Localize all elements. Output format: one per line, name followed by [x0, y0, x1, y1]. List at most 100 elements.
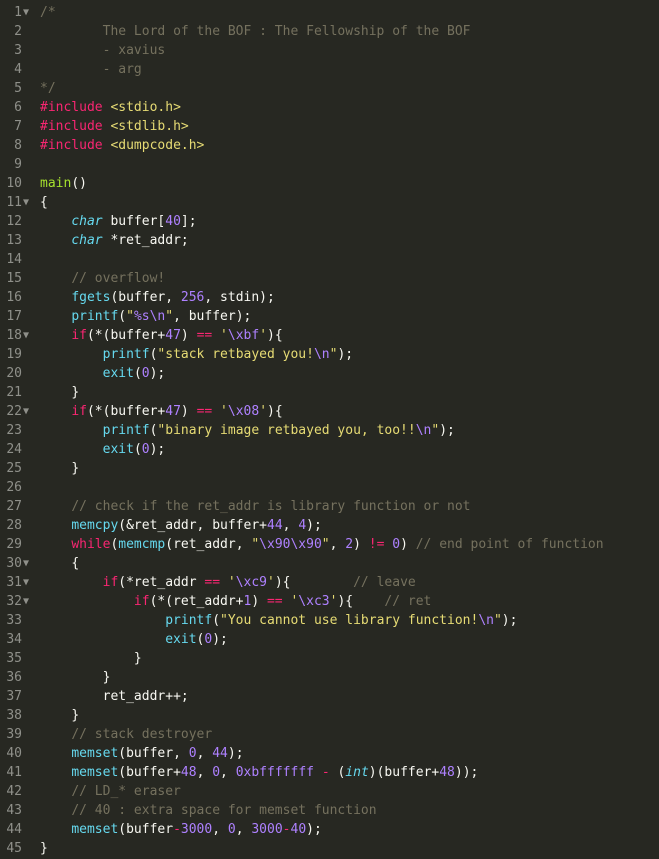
code-token: // check if the ret_addr is library func…: [71, 499, 471, 514]
fold-arrow-icon[interactable]: ▼: [23, 402, 35, 421]
code-line[interactable]: 13 char *ret_addr;: [0, 231, 659, 250]
fold-arrow-icon[interactable]: ▼: [23, 592, 35, 611]
code-line[interactable]: 22 ▼ if(*(buffer+47) == '\x08'){: [0, 402, 659, 421]
code-line[interactable]: 3 - xavius: [0, 41, 659, 60]
code-text: exit(0);: [40, 440, 166, 459]
code-line[interactable]: 1 ▼ /*: [0, 3, 659, 22]
code-token: 256: [180, 290, 205, 305]
code-line[interactable]: 25 }: [0, 459, 659, 478]
code-token: -: [321, 765, 330, 780]
code-text: char buffer[40];: [40, 212, 196, 231]
code-line[interactable]: 45}: [0, 839, 659, 858]
code-text: // 40 : extra space for memset function: [40, 801, 377, 820]
code-line[interactable]: 35 }: [0, 649, 659, 668]
code-text: printf("binary image retbayed you, too!!…: [40, 421, 455, 440]
code-line[interactable]: 40 memset(buffer, 0, 44);: [0, 744, 659, 763]
code-text: printf("You cannot use library function!…: [40, 611, 517, 630]
code-line[interactable]: 36 }: [0, 668, 659, 687]
code-line[interactable]: 17 printf("%s\n", buffer);: [0, 307, 659, 326]
fold-arrow-icon[interactable]: ▼: [23, 326, 35, 345]
code-text: fgets(buffer, 256, stdin);: [40, 288, 275, 307]
code-line[interactable]: 42 // LD_* eraser: [0, 782, 659, 801]
code-token: ": [321, 537, 330, 552]
code-token: while: [71, 537, 111, 552]
code-line[interactable]: 38 }: [0, 706, 659, 725]
code-token: ==: [204, 575, 221, 590]
line-number: 4: [14, 62, 22, 77]
code-line[interactable]: 27 // check if the ret_addr is library f…: [0, 497, 659, 516]
code-token: // 40 : extra space for memset function: [71, 803, 377, 818]
line-number: 43: [6, 803, 22, 818]
code-line[interactable]: 20 exit(0);: [0, 364, 659, 383]
code-line[interactable]: 11 ▼ {: [0, 193, 659, 212]
code-line[interactable]: 2 The Lord of the BOF : The Fellowship o…: [0, 22, 659, 41]
code-token: 40: [290, 822, 307, 837]
code-line[interactable]: 12 char buffer[40];: [0, 212, 659, 231]
code-token: ==: [196, 328, 213, 343]
code-line[interactable]: 34 exit(0);: [0, 630, 659, 649]
code-line[interactable]: 16 fgets(buffer, 256, stdin);: [0, 288, 659, 307]
code-line[interactable]: 9: [0, 155, 659, 174]
code-line[interactable]: 19 printf("stack retbayed you!\n");: [0, 345, 659, 364]
code-line[interactable]: 5 */: [0, 79, 659, 98]
code-line[interactable]: 29 while(memcmp(ret_addr, "\x90\x90", 2)…: [0, 535, 659, 554]
fold-arrow-icon[interactable]: ▼: [23, 3, 35, 22]
code-line[interactable]: 23 printf("binary image retbayed you, to…: [0, 421, 659, 440]
fold-arrow-icon[interactable]: ▼: [23, 573, 35, 592]
code-line[interactable]: 4 - arg: [0, 60, 659, 79]
fold-arrow-icon[interactable]: ▼: [23, 193, 35, 212]
code-token: memset: [71, 765, 119, 780]
code-line[interactable]: 31 ▼ if(*ret_addr == '\xc9'){ // leave: [0, 573, 659, 592]
line-number: 44: [6, 822, 22, 837]
code-token: printf: [102, 347, 150, 362]
code-line[interactable]: 6 #include <stdio.h>: [0, 98, 659, 117]
code-line[interactable]: 41 memset(buffer+48, 0, 0xbfffffff - (in…: [0, 763, 659, 782]
code-line[interactable]: 30 ▼ {: [0, 554, 659, 573]
code-line[interactable]: 15 // overflow!: [0, 269, 659, 288]
line-number: 24: [6, 442, 22, 457]
code-text: }: [40, 706, 79, 725]
code-line[interactable]: 33 printf("You cannot use library functi…: [0, 611, 659, 630]
fold-arrow-icon[interactable]: ▼: [23, 554, 35, 573]
code-token: main: [40, 176, 72, 191]
code-line[interactable]: 24 exit(0);: [0, 440, 659, 459]
line-number: 7: [14, 119, 22, 134]
code-token: /*: [40, 5, 56, 20]
code-line[interactable]: 26: [0, 478, 659, 497]
code-editor[interactable]: 1 ▼/* 2 The Lord of the BOF : The Fellowsh…: [0, 0, 659, 859]
code-line[interactable]: 8 #include <dumpcode.h>: [0, 136, 659, 155]
code-token: -: [282, 822, 291, 837]
code-token: );: [227, 746, 244, 761]
line-number: 20: [6, 366, 22, 381]
code-text: #include <stdlib.h>: [40, 117, 189, 136]
code-line[interactable]: 18 ▼ if(*(buffer+47) == '\xbf'){: [0, 326, 659, 345]
code-token: }: [102, 670, 111, 685]
code-token: \xc3: [298, 594, 330, 609]
code-line[interactable]: 43 // 40 : extra space for memset functi…: [0, 801, 659, 820]
line-number: 25: [6, 461, 22, 476]
code-line[interactable]: 32 ▼ if(*(ret_addr+1) == '\xc3'){ // ret: [0, 592, 659, 611]
code-line[interactable]: 14: [0, 250, 659, 269]
code-line[interactable]: 7 #include <stdlib.h>: [0, 117, 659, 136]
line-number: 19: [6, 347, 22, 362]
code-line[interactable]: 39 // stack destroyer: [0, 725, 659, 744]
code-text: exit(0);: [40, 630, 228, 649]
line-number: 27: [6, 499, 22, 514]
code-line[interactable]: 37 ret_addr++;: [0, 687, 659, 706]
code-token: "stack retbayed you!: [157, 347, 314, 362]
code-token: ){: [274, 575, 291, 590]
code-token: ': [220, 404, 228, 419]
code-line[interactable]: 10 main(): [0, 174, 659, 193]
code-token: ,: [235, 822, 252, 837]
code-line[interactable]: 44 memset(buffer-3000, 0, 3000-40);: [0, 820, 659, 839]
code-line[interactable]: 28 memcpy(&ret_addr, buffer+44, 4);: [0, 516, 659, 535]
code-line[interactable]: 21 }: [0, 383, 659, 402]
code-token: ,: [220, 765, 236, 780]
